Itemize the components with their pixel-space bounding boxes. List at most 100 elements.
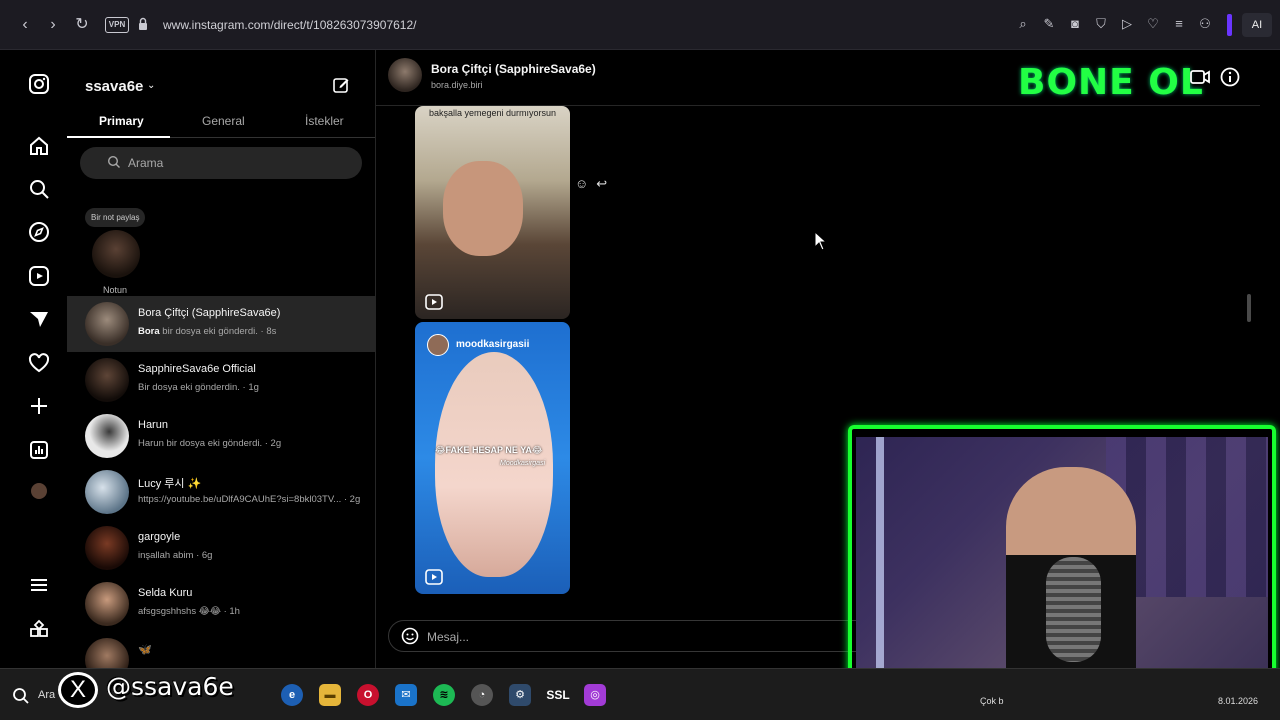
stream-follow-banner: BONE OL xyxy=(1018,62,1204,103)
also-from-meta-icon[interactable] xyxy=(28,618,50,640)
reel-overlay-text: 😂FAKE HESAP NE YA😂 xyxy=(435,445,543,455)
react-emoji-icon[interactable]: ☺ xyxy=(575,176,588,192)
reel-caption: bakşalla yemegeni durmıyorsun xyxy=(428,108,557,118)
shield-icon[interactable]: ⛉ xyxy=(1094,14,1108,34)
weather-label[interactable]: Çok b xyxy=(980,696,1004,706)
ssl-app-icon[interactable]: SSL xyxy=(545,684,571,706)
forward-icon[interactable]: › xyxy=(43,15,63,35)
webcam-overlay xyxy=(848,425,1276,697)
dashboard-icon[interactable] xyxy=(28,439,50,461)
vpn-badge[interactable]: VPN xyxy=(105,17,129,33)
tab-primary[interactable]: Primary xyxy=(99,114,144,128)
taskbar-date[interactable]: 8.01.2026 xyxy=(1218,696,1258,706)
more-menu-icon[interactable] xyxy=(28,574,50,596)
chat-sender: Bora xyxy=(138,326,160,337)
shared-reel[interactable]: moodkasirgasii 😂FAKE HESAP NE YA😂 Moodka… xyxy=(415,322,570,594)
chat-list-item[interactable]: SapphireSava6e Official Bir dosya eki gö… xyxy=(67,352,375,408)
chevron-down-icon[interactable]: ⌄ xyxy=(147,80,155,91)
message-actions: ☺ ↩ xyxy=(575,176,607,192)
file-explorer-icon[interactable]: ▬ xyxy=(319,684,341,706)
chat-title[interactable]: Bora Çiftçi (SapphireSava6e) xyxy=(431,62,596,76)
mouse-cursor-icon xyxy=(814,231,828,251)
edit-icon[interactable]: ✎ xyxy=(1042,14,1056,34)
avatar[interactable] xyxy=(388,58,422,92)
avatar xyxy=(427,334,449,356)
home-icon[interactable] xyxy=(28,135,50,157)
tab-general[interactable]: General xyxy=(202,114,245,128)
avatar xyxy=(85,582,129,626)
x-logo-icon: X xyxy=(58,672,98,708)
chat-preview: https://youtube.be/uDlfA9CAUhE?si=8bkl03… xyxy=(138,494,361,505)
note-avatar[interactable] xyxy=(92,230,140,278)
menu-icon[interactable]: ≡ xyxy=(1172,14,1186,34)
video-call-icon[interactable] xyxy=(1189,66,1211,88)
browser-toolbar: ‹ › ↻ VPN www.instagram.com/direct/t/108… xyxy=(0,0,1280,50)
account-username[interactable]: ssava6e xyxy=(85,78,143,95)
chat-list-item[interactable]: Lucy 루시 ✨ https://youtube.be/uDlfA9CAUhE… xyxy=(67,464,375,520)
profile-avatar[interactable] xyxy=(31,483,47,499)
chat-list-item[interactable]: Bora Çiftçi (SapphireSava6e) Bora bir do… xyxy=(67,296,375,352)
tab-requests[interactable]: İstekler xyxy=(305,114,344,128)
lock-icon xyxy=(139,17,147,30)
note-bubble[interactable]: Bir not paylaş xyxy=(85,208,146,227)
shared-reel[interactable]: bakşalla yemegeni durmıyorsun xyxy=(415,106,570,319)
search-icon[interactable] xyxy=(28,178,50,200)
taskbar-search-label[interactable]: Ara xyxy=(38,689,55,701)
reel-watermark: Moodkasirgasi xyxy=(500,460,546,467)
chat-preview: Harun bir dosya eki gönderdi. · 2g xyxy=(138,438,282,449)
play-icon[interactable]: ▷ xyxy=(1120,14,1134,34)
chat-list-item[interactable]: gargoyle inşallah abim · 6g xyxy=(67,520,375,576)
scroll-thumb[interactable] xyxy=(1247,294,1251,322)
instagram-app-icon[interactable]: ◎ xyxy=(584,684,606,706)
reel-thumbnail xyxy=(443,161,523,256)
back-icon[interactable]: ‹ xyxy=(15,15,35,35)
social-handle-overlay: @ssava6e xyxy=(106,672,234,701)
info-icon[interactable] xyxy=(1219,66,1241,88)
explore-icon[interactable] xyxy=(28,221,50,243)
chat-name: Selda Kuru xyxy=(138,587,193,599)
create-plus-icon[interactable] xyxy=(28,395,50,417)
settings-gear-icon[interactable]: ⚙ xyxy=(509,684,531,706)
app-icon[interactable]: ◔ xyxy=(471,684,493,706)
notifications-heart-icon[interactable] xyxy=(28,352,50,374)
chat-name: Lucy 루시 ✨ xyxy=(138,478,202,490)
search-icon[interactable]: ⌕ xyxy=(1016,14,1030,34)
chat-preview: inşallah abim · 6g xyxy=(138,550,213,561)
ai-button[interactable]: AI xyxy=(1242,13,1272,37)
address-bar[interactable]: www.instagram.com/direct/t/1082630739076… xyxy=(163,18,416,32)
search-input[interactable] xyxy=(128,153,328,173)
search-box xyxy=(80,147,362,179)
search-icon[interactable] xyxy=(12,687,30,705)
chat-preview: Bir dosya eki gönderdin. · 1g xyxy=(138,382,259,393)
profile-icon[interactable]: ⚇ xyxy=(1198,14,1212,34)
sidebar-toggle[interactable] xyxy=(1227,14,1232,36)
chat-list-item[interactable]: Harun Harun bir dosya eki gönderdi. · 2g xyxy=(67,408,375,464)
avatar xyxy=(85,414,129,458)
heart-icon[interactable]: ♡ xyxy=(1146,14,1160,34)
message-input[interactable] xyxy=(427,627,827,647)
spotify-icon[interactable]: ≋ xyxy=(433,684,455,706)
mail-icon[interactable]: ✉ xyxy=(395,684,417,706)
reel-account-name[interactable]: moodkasirgasii xyxy=(456,339,529,350)
edge-browser-icon[interactable]: e xyxy=(281,684,303,706)
compose-message-icon[interactable] xyxy=(332,76,350,94)
chat-name: Harun xyxy=(138,419,168,431)
browser-extension-icons: ⌕ ✎ ◙ ⛉ ▷ ♡ ≡ ⚇ xyxy=(1016,14,1212,34)
reply-icon[interactable]: ↩ xyxy=(596,176,607,192)
avatar xyxy=(85,526,129,570)
reels-icon[interactable] xyxy=(28,265,50,287)
camera-icon[interactable]: ◙ xyxy=(1068,14,1082,34)
instagram-logo-icon[interactable] xyxy=(28,73,50,95)
avatar xyxy=(85,638,129,668)
chat-preview: afsgsgshhshs 😂😂 · 1h xyxy=(138,606,240,617)
avatar xyxy=(85,302,129,346)
chat-list-item[interactable]: 🦋 xyxy=(67,632,375,668)
messages-icon[interactable] xyxy=(28,308,50,330)
reload-icon[interactable]: ↻ xyxy=(72,15,92,35)
active-tab-indicator xyxy=(67,136,170,138)
chat-list-item[interactable]: Selda Kuru afsgsgshhshs 😂😂 · 1h xyxy=(67,576,375,632)
chat-preview: Bora bir dosya eki gönderdi. · 8s xyxy=(138,326,276,337)
chat-name: gargoyle xyxy=(138,531,181,543)
opera-icon[interactable]: O xyxy=(357,684,379,706)
emoji-icon[interactable] xyxy=(401,627,419,645)
